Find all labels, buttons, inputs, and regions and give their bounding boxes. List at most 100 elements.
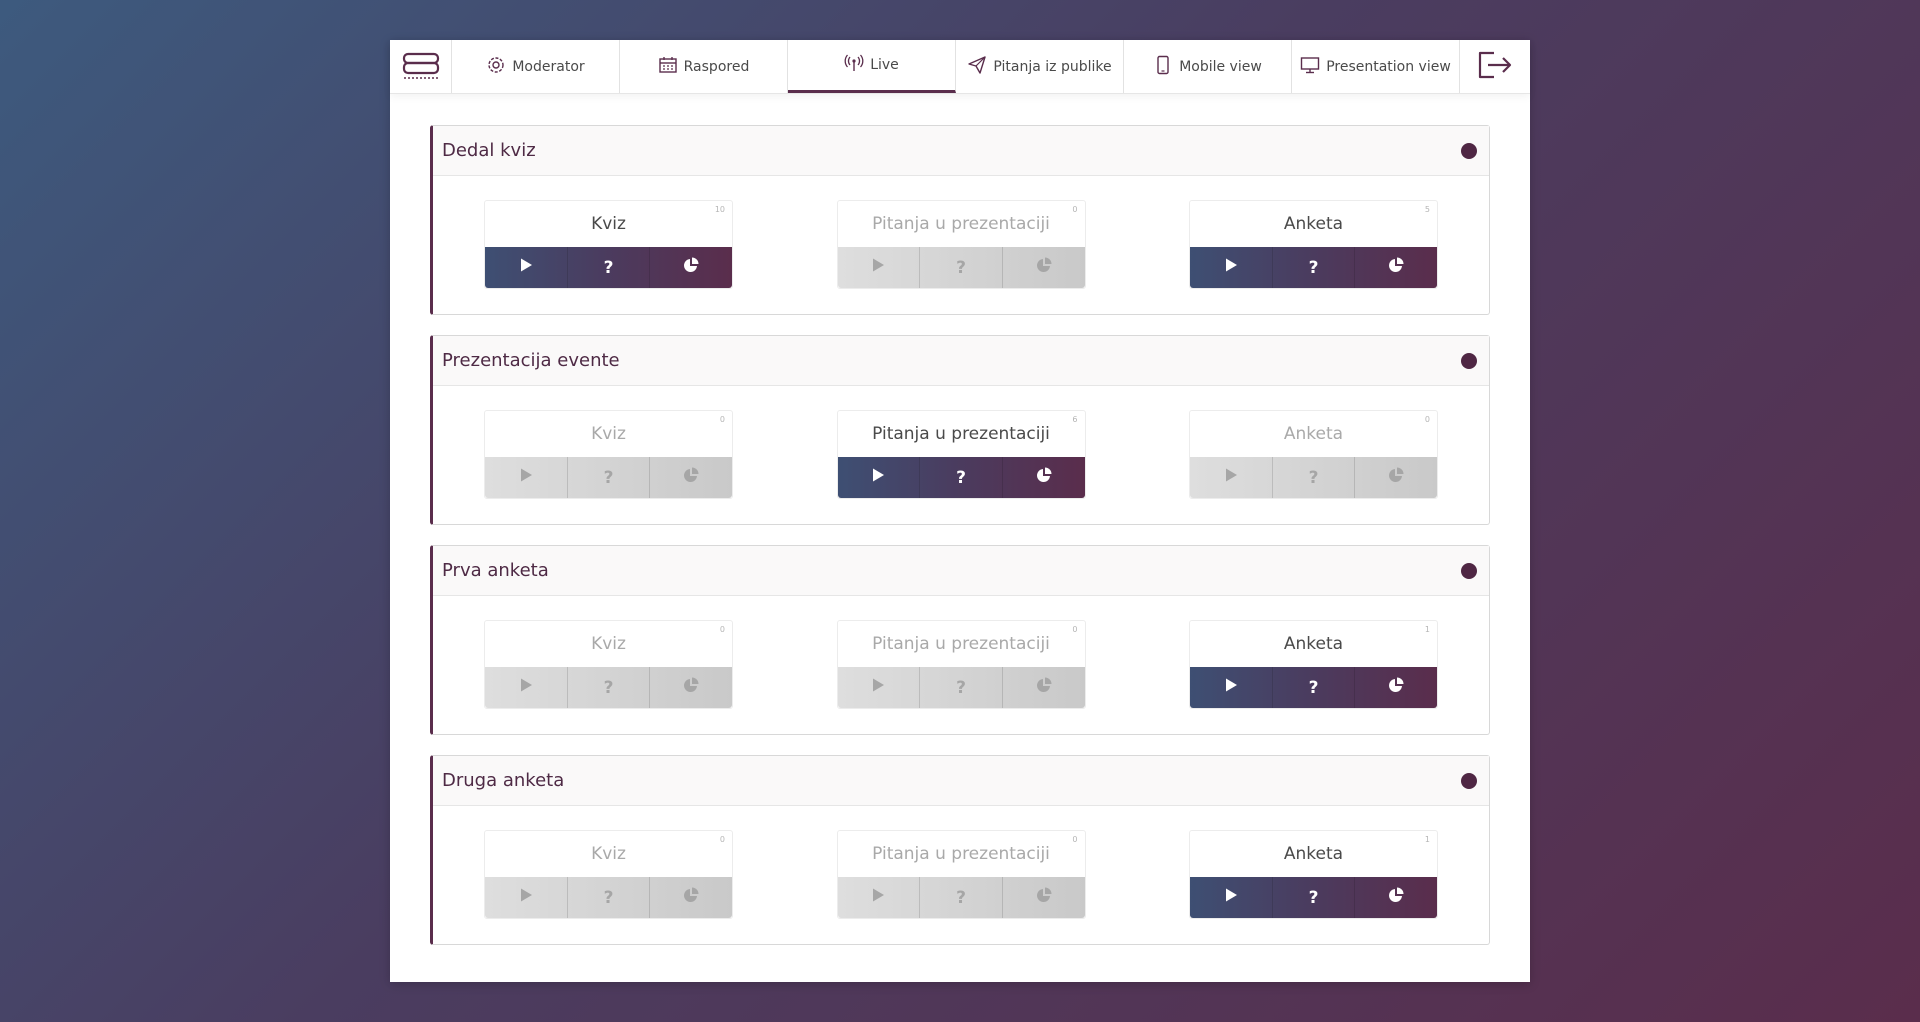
module-label: Kviz <box>591 214 626 234</box>
pie-chart-icon <box>683 467 699 488</box>
tab-pitanja-iz-publike[interactable]: Pitanja iz publike <box>956 40 1124 93</box>
module-card: 0 Anketa ? <box>1189 410 1438 499</box>
results-button[interactable] <box>650 457 732 498</box>
module-label: Anketa <box>1283 424 1344 444</box>
questions-button[interactable]: ? <box>1273 457 1356 498</box>
module-cards: 0 Kviz ? 0 Pitanja u prezentaciji ? 1 An… <box>433 596 1489 709</box>
play-button[interactable] <box>1190 457 1273 498</box>
question-icon: ? <box>603 887 614 908</box>
results-button[interactable] <box>650 877 732 918</box>
module-card: 0 Kviz ? <box>484 830 733 919</box>
question-icon: ? <box>1308 677 1319 698</box>
pie-chart-icon <box>1388 257 1404 278</box>
module-actions: ? <box>837 667 1085 708</box>
item-count: 0 <box>1424 415 1430 424</box>
play-button[interactable] <box>838 667 921 708</box>
tab-presentation-view[interactable]: Presentation view <box>1292 40 1460 93</box>
play-button[interactable] <box>838 877 921 918</box>
module-label: Pitanja u prezentaciji <box>872 424 1050 444</box>
item-count: 0 <box>1072 625 1078 634</box>
questions-button[interactable]: ? <box>568 247 651 288</box>
module-card: 0 Pitanja u prezentaciji ? <box>836 620 1086 709</box>
status-dot <box>1461 772 1477 789</box>
tab-label: Mobile view <box>1179 58 1262 75</box>
module-actions: ? <box>1190 667 1437 708</box>
results-button[interactable] <box>650 667 732 708</box>
results-button[interactable] <box>1355 457 1437 498</box>
item-count: 10 <box>714 205 725 214</box>
item-count: 0 <box>1072 835 1078 844</box>
question-icon: ? <box>1308 467 1319 488</box>
play-button[interactable] <box>485 457 568 498</box>
play-icon <box>1223 257 1239 278</box>
event-title: Dedal kviz <box>442 140 536 161</box>
results-button[interactable] <box>1003 247 1085 288</box>
play-icon <box>518 677 534 698</box>
play-button[interactable] <box>1190 877 1273 918</box>
results-button[interactable] <box>1355 247 1437 288</box>
play-button[interactable] <box>485 877 568 918</box>
play-icon <box>870 887 886 908</box>
pie-chart-icon <box>1036 677 1052 698</box>
module-label: Pitanja u prezentaciji <box>872 634 1050 654</box>
play-button[interactable] <box>838 457 921 498</box>
evente-logo-icon[interactable] <box>390 40 452 93</box>
event-header: Druga anketa <box>433 756 1489 806</box>
status-dot <box>1461 562 1477 579</box>
questions-button[interactable]: ? <box>568 877 651 918</box>
paper-plane-icon <box>967 55 987 79</box>
tab-live[interactable]: Live <box>788 40 956 93</box>
monitor-icon <box>1300 55 1320 79</box>
broadcast-icon <box>844 53 864 77</box>
play-button[interactable] <box>485 667 568 708</box>
item-count: 0 <box>719 625 725 634</box>
questions-button[interactable]: ? <box>568 667 651 708</box>
play-icon <box>1223 887 1239 908</box>
module-label: Kviz <box>591 634 626 654</box>
questions-button[interactable]: ? <box>568 457 651 498</box>
module-actions: ? <box>837 247 1085 288</box>
questions-button[interactable]: ? <box>1273 247 1356 288</box>
event-header: Dedal kviz <box>433 126 1489 176</box>
module-card: 0 Pitanja u prezentaciji ? <box>836 830 1086 919</box>
play-icon <box>1223 467 1239 488</box>
logout-button[interactable] <box>1460 40 1530 93</box>
results-button[interactable] <box>1355 667 1437 708</box>
results-button[interactable] <box>1003 877 1085 918</box>
results-button[interactable] <box>1355 877 1437 918</box>
tab-label: Raspored <box>683 58 750 75</box>
module-label: Anketa <box>1283 634 1344 654</box>
question-icon: ? <box>603 257 614 278</box>
play-button[interactable] <box>1190 247 1273 288</box>
module-cards: 0 Kviz ? 6 Pitanja u prezentaciji ? 0 An… <box>433 386 1489 499</box>
questions-button[interactable]: ? <box>920 877 1003 918</box>
module-card: 1 Anketa ? <box>1189 830 1438 919</box>
event-panel: Prezentacija evente 0 Kviz ? 6 Pitanja u… <box>430 335 1490 525</box>
event-panel: Dedal kviz 10 Kviz ? 0 Pitanja u prezent… <box>430 125 1490 315</box>
tab-moderator[interactable]: Moderator <box>452 40 620 93</box>
results-button[interactable] <box>650 247 732 288</box>
module-actions: ? <box>1190 457 1437 498</box>
tab-mobile-view[interactable]: Mobile view <box>1124 40 1292 93</box>
results-button[interactable] <box>1003 457 1085 498</box>
module-card: 0 Kviz ? <box>484 410 733 499</box>
tab-raspored[interactable]: Raspored <box>620 40 788 93</box>
item-count: 0 <box>1072 205 1078 214</box>
results-button[interactable] <box>1003 667 1085 708</box>
item-count: 1 <box>1424 835 1430 844</box>
play-button[interactable] <box>1190 667 1273 708</box>
pie-chart-icon <box>1388 887 1404 908</box>
play-button[interactable] <box>485 247 568 288</box>
module-label: Anketa <box>1283 214 1344 234</box>
pie-chart-icon <box>1036 257 1052 278</box>
play-icon <box>518 887 534 908</box>
questions-button[interactable]: ? <box>1273 877 1356 918</box>
play-button[interactable] <box>838 247 921 288</box>
event-title: Prva anketa <box>442 560 549 581</box>
questions-button[interactable]: ? <box>920 667 1003 708</box>
questions-button[interactable]: ? <box>920 247 1003 288</box>
event-header: Prezentacija evente <box>433 336 1489 386</box>
questions-button[interactable]: ? <box>920 457 1003 498</box>
module-label: Kviz <box>591 424 626 444</box>
questions-button[interactable]: ? <box>1273 667 1356 708</box>
